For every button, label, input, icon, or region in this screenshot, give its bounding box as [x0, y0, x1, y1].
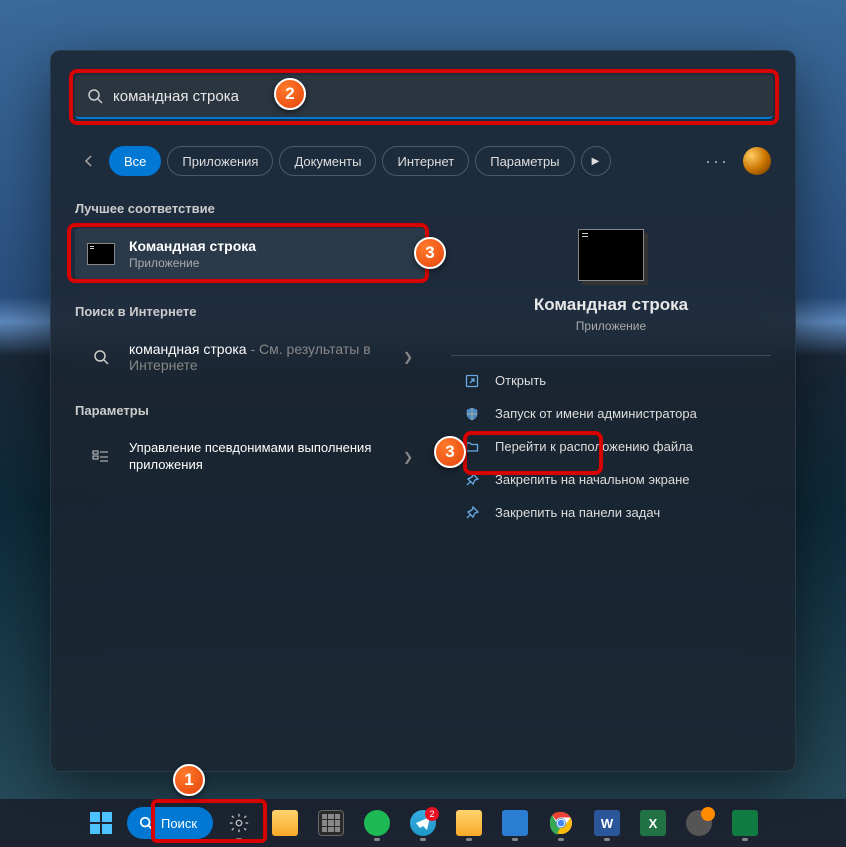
web-search-text: командная строка - См. результаты в Инте…	[129, 341, 403, 373]
best-match-subtitle: Приложение	[129, 256, 413, 270]
notification-badge	[701, 807, 715, 821]
excel-icon: X	[640, 810, 666, 836]
settings-item-text: Управление псевдонимами выполнения прило…	[129, 440, 403, 474]
pin-icon	[463, 506, 481, 520]
generic-app-icon	[732, 810, 758, 836]
action-open[interactable]: Открыть	[451, 364, 771, 397]
taskbar: Поиск 2	[0, 799, 846, 847]
preview-title: Командная строка	[451, 295, 771, 315]
taskbar-explorer[interactable]	[265, 803, 305, 843]
folder-icon	[456, 810, 482, 836]
filter-bar: Все Приложения Документы Интернет Параме…	[75, 141, 771, 181]
divider	[451, 355, 771, 356]
action-pin-start[interactable]: Закрепить на начальном экране	[451, 463, 771, 496]
generic-app-icon	[502, 810, 528, 836]
cmd-icon	[87, 241, 115, 267]
more-options-button[interactable]: ···	[697, 147, 737, 176]
search-input[interactable]	[113, 88, 761, 105]
action-label: Открыть	[495, 373, 546, 388]
best-match-item[interactable]: Командная строка Приложение	[75, 228, 425, 280]
taskbar-search-button[interactable]: Поиск	[127, 807, 213, 839]
notification-badge: 2	[425, 807, 439, 821]
alias-icon	[87, 444, 115, 470]
user-avatar[interactable]	[743, 147, 771, 175]
back-button[interactable]	[75, 147, 103, 175]
taskbar-settings[interactable]	[219, 803, 259, 843]
web-search-label: Поиск в Интернете	[75, 304, 425, 319]
open-icon	[463, 374, 481, 388]
annotation-badge-1: 1	[173, 764, 205, 796]
taskbar-calculator[interactable]	[311, 803, 351, 843]
search-panel: Все Приложения Документы Интернет Параме…	[50, 50, 796, 772]
chevron-right-icon: ❯	[403, 350, 413, 364]
preview-column: Командная строка Приложение Открыть Запу…	[451, 211, 771, 529]
taskbar-chrome[interactable]	[541, 803, 581, 843]
taskbar-app-green[interactable]	[725, 803, 765, 843]
chrome-icon	[549, 811, 573, 835]
windows-logo-icon	[90, 812, 112, 834]
annotation-badge-2: 2	[274, 78, 306, 110]
filter-web[interactable]: Интернет	[382, 146, 469, 176]
filter-apps[interactable]: Приложения	[167, 146, 273, 176]
search-icon	[87, 88, 103, 104]
pin-icon	[463, 473, 481, 487]
action-pin-taskbar[interactable]: Закрепить на панели задач	[451, 496, 771, 529]
settings-label: Параметры	[75, 403, 425, 418]
results-column: Лучшее соответствие Командная строка При…	[75, 201, 425, 484]
search-button-label: Поиск	[161, 816, 197, 831]
action-label: Закрепить на начальном экране	[495, 472, 690, 487]
calculator-icon	[318, 810, 344, 836]
action-file-location[interactable]: Перейти к расположению файла	[451, 430, 771, 463]
shield-icon	[463, 407, 481, 421]
taskbar-excel[interactable]: X	[633, 803, 673, 843]
preview-app-icon	[578, 229, 644, 281]
settings-item[interactable]: Управление псевдонимами выполнения прило…	[75, 430, 425, 484]
taskbar-folder[interactable]	[449, 803, 489, 843]
action-label: Запуск от имени администратора	[495, 406, 697, 421]
filter-settings[interactable]: Параметры	[475, 146, 574, 176]
explorer-icon	[272, 810, 298, 836]
filter-more-toggle[interactable]: ▶	[581, 146, 611, 176]
filter-docs[interactable]: Документы	[279, 146, 376, 176]
search-bar[interactable]	[75, 75, 773, 119]
filter-all[interactable]: Все	[109, 146, 161, 176]
action-run-admin[interactable]: Запуск от имени администратора	[451, 397, 771, 430]
action-label: Закрепить на панели задач	[495, 505, 660, 520]
taskbar-app-orange[interactable]	[679, 803, 719, 843]
web-search-item[interactable]: командная строка - См. результаты в Инте…	[75, 331, 425, 383]
spotify-icon	[364, 810, 390, 836]
action-label: Перейти к расположению файла	[495, 439, 693, 454]
taskbar-telegram[interactable]: 2	[403, 803, 443, 843]
annotation-badge-3: 3	[414, 237, 446, 269]
search-icon	[87, 344, 115, 370]
best-match-label: Лучшее соответствие	[75, 201, 425, 216]
preview-subtitle: Приложение	[451, 319, 771, 333]
word-icon: W	[594, 810, 620, 836]
best-match-title: Командная строка	[129, 238, 413, 254]
start-button[interactable]	[81, 803, 121, 843]
chevron-right-icon: ❯	[403, 450, 413, 464]
taskbar-spotify[interactable]	[357, 803, 397, 843]
annotation-badge-3b: 3	[434, 436, 466, 468]
taskbar-app-blue[interactable]	[495, 803, 535, 843]
taskbar-word[interactable]: W	[587, 803, 627, 843]
